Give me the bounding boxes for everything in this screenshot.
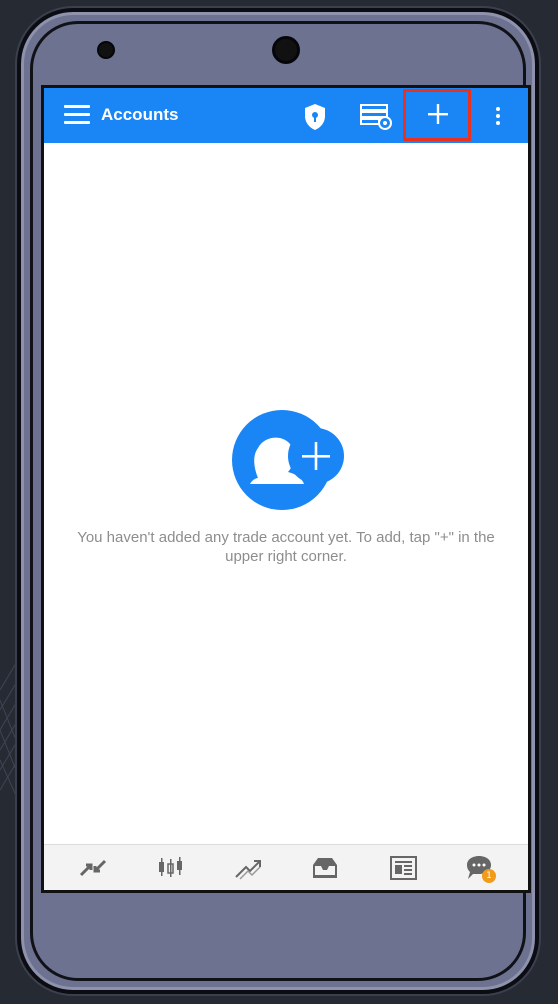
app-screen: Accounts You haven't added any trade acc… (41, 85, 531, 893)
phone-camera (272, 36, 300, 64)
bottom-nav: 1 (44, 844, 528, 890)
shield-icon[interactable] (300, 98, 330, 134)
page-title: Accounts (101, 105, 179, 124)
add-account-icon (232, 410, 344, 510)
app-bar: Accounts (44, 88, 528, 143)
empty-state-message: You haven't added any trade account yet.… (77, 529, 495, 565)
server-settings-icon[interactable] (358, 98, 394, 134)
messages-icon[interactable]: 1 (464, 853, 496, 883)
history-icon[interactable] (309, 853, 341, 883)
message-count-badge: 1 (482, 869, 496, 883)
phone-sensor (97, 41, 115, 59)
news-icon[interactable] (387, 853, 419, 883)
more-vertical-icon[interactable] (488, 98, 508, 134)
quotes-icon[interactable] (77, 853, 109, 883)
chart-icon[interactable] (154, 853, 186, 883)
plus-icon (428, 104, 448, 124)
add-account-button[interactable] (403, 89, 471, 141)
trade-icon[interactable] (232, 853, 264, 883)
hamburger-menu-icon[interactable] (64, 105, 90, 127)
